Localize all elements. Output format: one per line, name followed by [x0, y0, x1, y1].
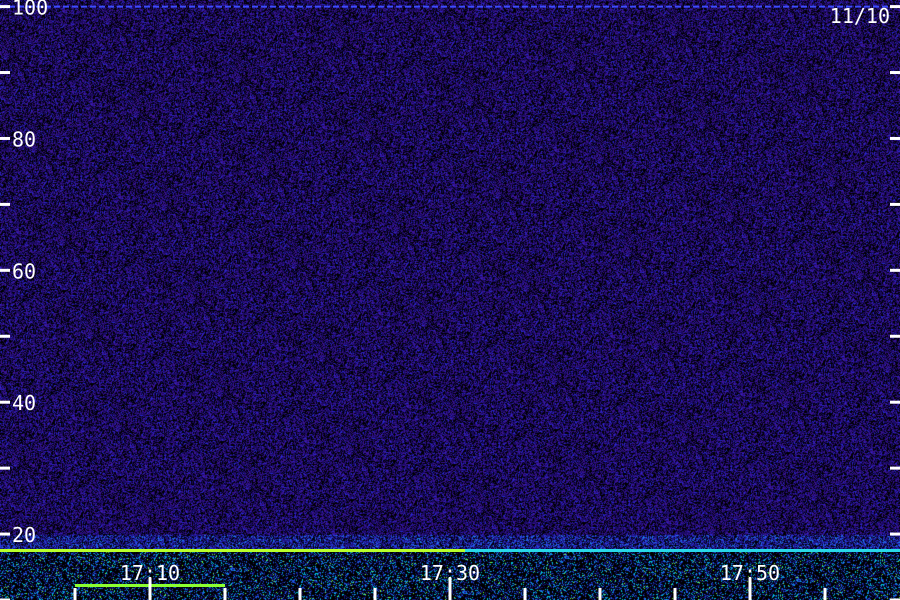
x-tick-label-1: 17:30: [420, 561, 480, 585]
y-tick-label-20: 20: [12, 523, 36, 547]
y-tick-label-40: 40: [12, 391, 36, 415]
x-tick-label-2: 17:50: [720, 561, 780, 585]
y-tick-label-60: 60: [12, 259, 36, 283]
y-tick-label-80: 80: [12, 127, 36, 151]
y-tick-label-100: 100: [12, 0, 48, 20]
spectrogram-chart: 20 40 60 80 100 17:10 17:30 17:50 11/10: [0, 0, 900, 600]
date-label: 11/10: [830, 4, 890, 28]
x-tick-label-0: 17:10: [120, 561, 180, 585]
spectrogram-image: [0, 0, 900, 600]
